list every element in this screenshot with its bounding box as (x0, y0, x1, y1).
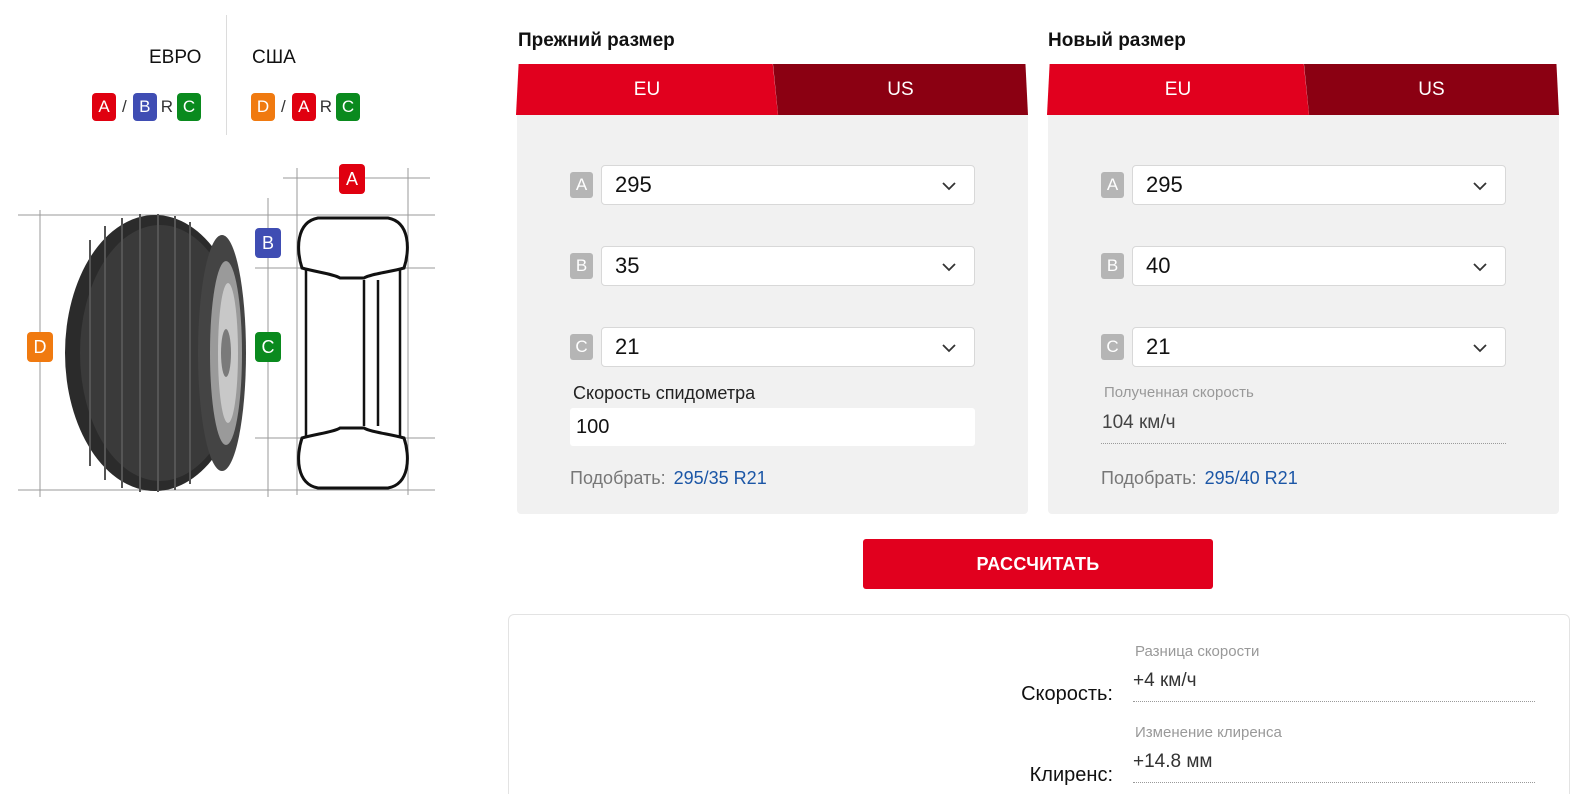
dim-c-badge: C (255, 332, 281, 362)
new-pick: Подобрать: 295/40 R21 (1101, 468, 1298, 489)
legend-eu-format: A / B R C (92, 93, 202, 121)
select-value: 21 (1146, 334, 1171, 359)
select-value: 40 (1146, 253, 1171, 278)
old-pick-link[interactable]: 295/35 R21 (674, 468, 767, 488)
chevron-down-icon (942, 344, 956, 353)
clearance-result-row: Изменение клиренса Клиренс: +14.8 мм (509, 724, 1570, 794)
results-panel: Разница скорости Скорость: +4 км/ч Измен… (508, 614, 1570, 794)
pick-label: Подобрать: (570, 468, 666, 488)
chevron-down-icon (942, 263, 956, 272)
new-size-tabs: EU US (1047, 64, 1559, 115)
calculate-button[interactable]: РАССЧИТАТЬ (863, 539, 1213, 589)
clearance-caption: Изменение клиренса (1135, 724, 1282, 741)
clearance-result-name: Клиренс: (1029, 764, 1113, 786)
old-size-tabs: EU US (516, 64, 1028, 115)
legend-divider (226, 15, 227, 135)
old-size-heading: Прежний размер (518, 30, 675, 51)
tire-diagram: A B C D (0, 150, 460, 510)
field-b-label: B (1101, 253, 1124, 279)
result-speed-value: 104 км/ч (1101, 412, 1506, 444)
select-value: 35 (615, 253, 640, 278)
new-size-panel: A 295 B 40 C 21 Полученная скорость 104 … (1048, 115, 1559, 514)
chevron-down-icon (1473, 344, 1487, 353)
field-a-label: A (1101, 172, 1124, 198)
clearance-result-value: +14.8 мм (1133, 751, 1535, 783)
chevron-down-icon (1473, 263, 1487, 272)
speed-diff-caption: Разница скорости (1135, 643, 1260, 660)
badge-c: C (177, 93, 202, 121)
new-size-heading: Новый размер (1048, 30, 1186, 51)
badge-c: C (336, 93, 361, 121)
badge-d: D (251, 93, 275, 121)
field-b-label: B (570, 253, 593, 279)
speed-result-value: +4 км/ч (1133, 670, 1535, 702)
field-c-label: C (570, 334, 593, 360)
chevron-down-icon (1473, 182, 1487, 191)
field-c-label: C (1101, 334, 1124, 360)
old-tab-us[interactable]: US (773, 64, 1028, 115)
pick-label: Подобрать: (1101, 468, 1197, 488)
legend-us-format: D / A R C (251, 93, 361, 121)
dim-a-badge: A (339, 164, 365, 194)
old-width-select[interactable]: 295 (601, 165, 975, 205)
size-format-legend: ЕВРО США A / B R C D / A R C (0, 0, 440, 140)
select-value: 295 (1146, 172, 1183, 197)
dim-b-badge: B (255, 228, 281, 258)
badge-a: A (291, 93, 316, 121)
new-pick-link[interactable]: 295/40 R21 (1205, 468, 1298, 488)
old-diameter-select[interactable]: 21 (601, 327, 975, 367)
result-speed-label: Полученная скорость (1104, 384, 1254, 401)
new-profile-select[interactable]: 40 (1132, 246, 1506, 286)
r-letter: R (160, 97, 174, 116)
r-letter: R (319, 97, 333, 116)
new-width-select[interactable]: 295 (1132, 165, 1506, 205)
new-tab-eu[interactable]: EU (1047, 64, 1309, 115)
speed-result-row: Разница скорости Скорость: +4 км/ч (509, 643, 1570, 713)
old-pick: Подобрать: 295/35 R21 (570, 468, 767, 489)
new-diameter-select[interactable]: 21 (1132, 327, 1506, 367)
speedometer-label: Скорость спидометра (573, 383, 756, 403)
slash: / (122, 97, 127, 116)
new-tab-us[interactable]: US (1304, 64, 1559, 115)
chevron-down-icon (942, 182, 956, 191)
tire-illustration (18, 168, 435, 497)
speed-result-name: Скорость: (1021, 683, 1113, 705)
old-tab-eu[interactable]: EU (516, 64, 778, 115)
field-a-label: A (570, 172, 593, 198)
old-profile-select[interactable]: 35 (601, 246, 975, 286)
speedometer-input[interactable] (570, 408, 975, 446)
legend-us-title: США (252, 47, 296, 68)
legend-eu-title: ЕВРО (149, 47, 202, 68)
select-value: 21 (615, 334, 640, 359)
slash: / (281, 97, 286, 116)
old-size-panel: A 295 B 35 C 21 Скорость спидометра Подо… (517, 115, 1028, 514)
select-value: 295 (615, 172, 652, 197)
badge-b: B (132, 93, 157, 121)
dim-d-badge: D (27, 332, 53, 362)
badge-a: A (92, 93, 116, 121)
